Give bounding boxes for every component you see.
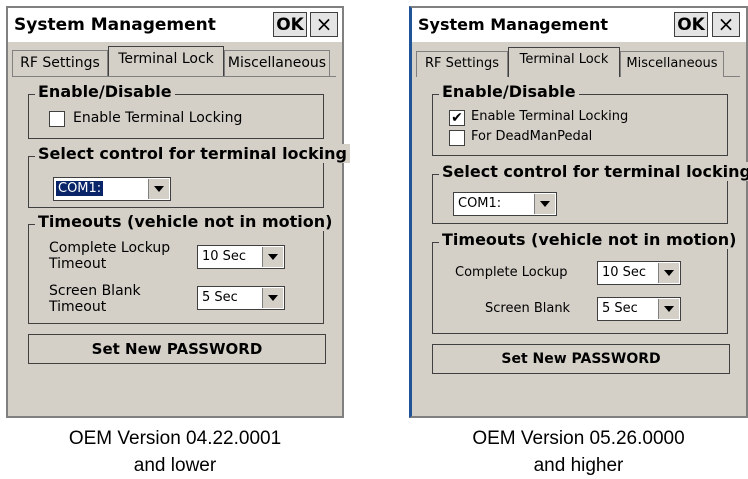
close-button[interactable]: × [712, 12, 740, 37]
window-title: System Management [418, 15, 608, 34]
complete-lockup-value: 10 Sec [602, 265, 647, 280]
complete-lockup-select[interactable]: 10 Sec [197, 245, 285, 269]
com-port-value: COM1: [458, 196, 502, 211]
enable-terminal-locking-label: Enable Terminal Locking [471, 109, 629, 124]
enable-terminal-locking-label: Enable Terminal Locking [73, 110, 243, 126]
screen-blank-select[interactable]: 5 Sec [597, 297, 681, 321]
for-deadmanpedal-label: For DeadManPedal [471, 129, 593, 144]
select-control-title: Select control for terminal locking [439, 162, 748, 181]
chevron-down-icon[interactable] [148, 179, 169, 199]
tab-rf-settings[interactable]: RF Settings [416, 51, 508, 77]
set-new-password-button[interactable]: Set New PASSWORD [28, 334, 326, 364]
complete-lockup-select[interactable]: 10 Sec [597, 261, 681, 285]
title-bar: System Management OK × [8, 8, 342, 42]
tab-terminal-lock[interactable]: Terminal Lock [108, 46, 224, 76]
caption-line-1: OEM Version 05.26.0000 [472, 428, 685, 449]
select-control-group: Select control for terminal locking COM1… [28, 144, 350, 208]
screen-blank-value: 5 Sec [602, 301, 638, 316]
complete-lockup-value: 10 Sec [202, 249, 247, 264]
timeouts-group: Timeouts (vehicle not in motion) Complet… [28, 212, 336, 324]
timeouts-title: Timeouts (vehicle not in motion) [35, 212, 336, 231]
enable-terminal-locking-checkbox[interactable] [49, 111, 65, 127]
set-new-password-button[interactable]: Set New PASSWORD [432, 344, 730, 374]
caption-line-2: and lower [133, 455, 217, 476]
com-port-select[interactable]: COM1: [453, 192, 557, 216]
tab-miscellaneous[interactable]: Miscellaneous [224, 50, 330, 76]
timeouts-group: Timeouts (vehicle not in motion) Complet… [432, 230, 740, 334]
tab-terminal-lock[interactable]: Terminal Lock [508, 47, 620, 77]
system-management-window-old: System Management OK × RF Settings Termi… [6, 6, 350, 418]
caption-new-version: OEM Version 05.26.0000 and higher [409, 425, 748, 479]
chevron-down-icon[interactable] [658, 299, 679, 319]
timeouts-title: Timeouts (vehicle not in motion) [439, 230, 740, 249]
system-management-window-new: System Management OK × RF Settings Termi… [409, 6, 748, 418]
for-deadmanpedal-checkbox[interactable] [449, 130, 465, 146]
caption-old-version: OEM Version 04.22.0001 and lower [6, 425, 344, 479]
enable-terminal-locking-checkbox[interactable]: ✔ [449, 110, 465, 126]
com-port-select[interactable]: COM1: [53, 177, 171, 201]
com-port-value: COM1: [56, 181, 104, 196]
enable-disable-title: Enable/Disable [35, 82, 175, 101]
title-bar: System Management OK × [412, 8, 746, 42]
chevron-down-icon[interactable] [534, 194, 555, 214]
caption-line-2: and higher [533, 455, 624, 476]
screen-blank-value: 5 Sec [202, 290, 238, 305]
window-title: System Management [14, 15, 216, 35]
caption-line-1: OEM Version 04.22.0001 [68, 428, 282, 449]
chevron-down-icon[interactable] [658, 263, 679, 283]
screen-blank-select[interactable]: 5 Sec [197, 286, 285, 310]
ok-button[interactable]: OK [273, 12, 307, 37]
enable-disable-group: Enable/Disable ✔ Enable Terminal Locking… [432, 82, 728, 156]
complete-lockup-label: Complete Lockup Timeout [49, 240, 171, 272]
tab-rf-settings[interactable]: RF Settings [12, 50, 108, 76]
enable-disable-group: Enable/Disable Enable Terminal Locking [28, 82, 324, 139]
tab-miscellaneous[interactable]: Miscellaneous [620, 51, 724, 77]
screen-blank-label: Screen Blank Timeout [49, 283, 141, 315]
complete-lockup-label: Complete Lockup [455, 265, 568, 280]
chevron-down-icon[interactable] [262, 247, 283, 267]
select-control-title: Select control for terminal locking [35, 144, 350, 163]
ok-button[interactable]: OK [674, 12, 708, 37]
select-control-group: Select control for terminal locking COM1… [432, 162, 748, 224]
close-button[interactable]: × [310, 12, 338, 37]
chevron-down-icon[interactable] [262, 288, 283, 308]
enable-disable-title: Enable/Disable [439, 82, 579, 101]
screen-blank-label: Screen Blank [485, 301, 571, 316]
